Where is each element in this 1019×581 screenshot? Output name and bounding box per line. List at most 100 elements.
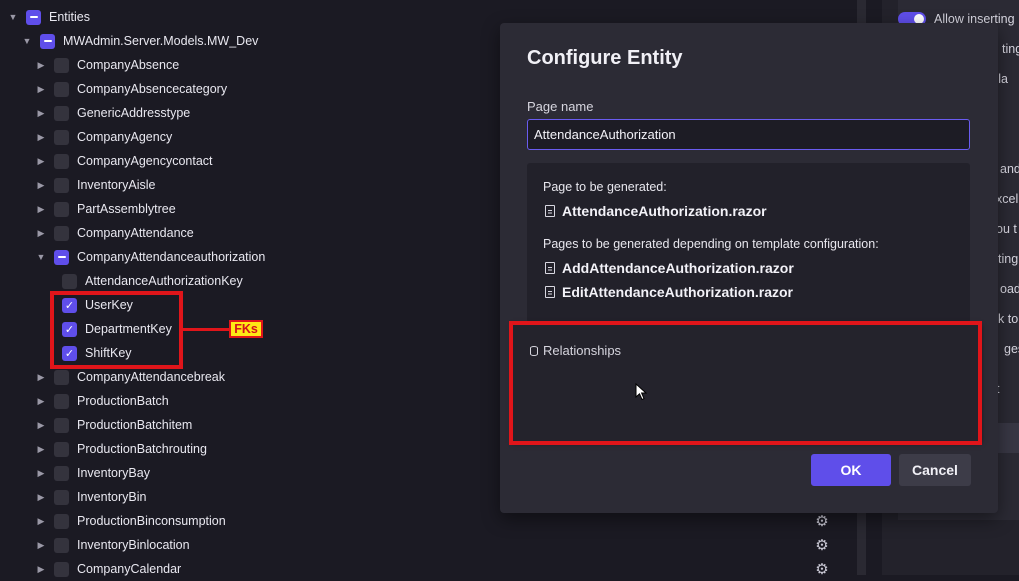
tree-node-entity[interactable]: ▶ ProductionBatchrouting	[34, 437, 207, 461]
tree-node-field[interactable]: AttendanceAuthorizationKey	[62, 269, 243, 293]
tree-node-namespace[interactable]: ▼ MWAdmin.Server.Models.MW_Dev	[20, 29, 258, 53]
tree-node-entity[interactable]: ▶ GenericAddresstype	[34, 101, 190, 125]
tree-node-label: ProductionBatch	[77, 394, 169, 408]
entity-checkbox[interactable]	[54, 105, 69, 121]
option-label: ges	[1004, 342, 1019, 356]
tree-node-entity[interactable]: ▶ CompanyAbsence	[34, 53, 179, 77]
entity-checkbox[interactable]	[54, 177, 69, 193]
tree-node-label: ProductionBatchrouting	[77, 442, 207, 456]
namespace-checkbox[interactable]	[40, 33, 55, 49]
tree-node-entity[interactable]: ▶ InventoryAisle	[34, 173, 156, 197]
conditional-file-add: AddAttendanceAuthorization.razor	[545, 260, 794, 276]
cancel-button[interactable]: Cancel	[899, 454, 971, 486]
tree-node-root[interactable]: ▼ Entities	[6, 5, 90, 29]
chevron-right-icon[interactable]: ▶	[34, 130, 48, 144]
entity-checkbox[interactable]	[54, 129, 69, 145]
option-label: k to	[998, 312, 1019, 326]
entity-checkbox[interactable]	[54, 153, 69, 169]
tree-node-entity[interactable]: ▶ CompanyAbsencecategory	[34, 77, 227, 101]
tree-node-entity[interactable]: ▶ CompanyAttendance	[34, 221, 194, 245]
tree-node-entity[interactable]: ▶ ProductionBatch	[34, 389, 169, 413]
tree-node-entity[interactable]: ▶ CompanyCalendar	[34, 557, 181, 581]
conditional-file-name: AddAttendanceAuthorization.razor	[562, 260, 794, 276]
fk-annotation-tag: FKs	[229, 320, 263, 338]
entity-checkbox[interactable]	[54, 369, 69, 385]
tree-node-label: InventoryBay	[77, 466, 150, 480]
conditional-file-name: EditAttendanceAuthorization.razor	[562, 284, 794, 300]
chevron-right-icon[interactable]: ▶	[34, 514, 48, 528]
entity-checkbox[interactable]	[54, 561, 69, 577]
chevron-down-icon[interactable]: ▼	[6, 10, 20, 24]
chevron-right-icon[interactable]: ▶	[34, 370, 48, 384]
option-label: and	[1000, 162, 1019, 176]
chevron-right-icon[interactable]: ▶	[34, 226, 48, 240]
tree-node-label: CompanyAgencycontact	[77, 154, 213, 168]
database-icon	[530, 345, 538, 356]
tree-node-label: CompanyAttendance	[77, 226, 194, 240]
chevron-right-icon[interactable]: ▶	[34, 178, 48, 192]
gear-icon[interactable]: ⚙	[814, 514, 830, 530]
chevron-right-icon[interactable]: ▶	[34, 202, 48, 216]
entity-checkbox[interactable]	[54, 81, 69, 97]
chevron-right-icon[interactable]: ▶	[34, 106, 48, 120]
tree-node-entity[interactable]: ▶ ProductionBatchitem	[34, 413, 192, 437]
generated-file: AttendanceAuthorization.razor	[545, 203, 767, 219]
tree-node-label: PartAssemblytree	[77, 202, 176, 216]
tree-node-entity[interactable]: ▶ ProductionBinconsumption	[34, 509, 226, 533]
gear-icon[interactable]: ⚙	[814, 538, 830, 554]
generated-label: Page to be generated:	[543, 180, 667, 194]
tree-node-label: CompanyAttendancebreak	[77, 370, 226, 384]
tree-node-label: InventoryBinlocation	[77, 538, 190, 552]
entity-checkbox[interactable]	[54, 393, 69, 409]
tree-node-entity[interactable]: ▶ PartAssemblytree	[34, 197, 176, 221]
entity-checkbox[interactable]	[54, 57, 69, 73]
root-checkbox[interactable]	[26, 9, 41, 25]
field-checkbox[interactable]	[62, 273, 77, 289]
page-name-label: Page name	[527, 99, 594, 114]
chevron-down-icon[interactable]: ▼	[20, 34, 34, 48]
tree-node-label: InventoryAisle	[77, 178, 156, 192]
dialog-title: Configure Entity	[527, 47, 683, 69]
file-icon	[545, 205, 555, 217]
tree-node-entity[interactable]: ▶ CompanyAgency	[34, 125, 172, 149]
entity-checkbox[interactable]	[54, 249, 69, 265]
chevron-right-icon[interactable]: ▶	[34, 154, 48, 168]
tree-node-label: ProductionBatchitem	[77, 418, 193, 432]
option-label: ting	[1002, 42, 1019, 56]
page-name-input[interactable]: AttendanceAuthorization	[527, 119, 970, 150]
option-label: oad	[1000, 282, 1019, 296]
gear-icon[interactable]: ⚙	[814, 562, 830, 578]
tree-node-entity[interactable]: ▶ InventoryBay	[34, 461, 150, 485]
chevron-right-icon[interactable]: ▶	[34, 82, 48, 96]
tree-node-entity[interactable]: ▶ InventoryBinlocation	[34, 533, 190, 557]
tree-node-label: CompanyAttendanceauthorization	[77, 250, 266, 264]
entity-checkbox[interactable]	[54, 201, 69, 217]
chevron-right-icon[interactable]: ▶	[34, 442, 48, 456]
ok-button[interactable]: OK	[811, 454, 891, 486]
chevron-right-icon[interactable]: ▶	[34, 418, 48, 432]
entity-checkbox[interactable]	[54, 465, 69, 481]
option-label: ou t	[996, 222, 1017, 236]
chevron-right-icon[interactable]: ▶	[34, 490, 48, 504]
entity-checkbox[interactable]	[54, 513, 69, 529]
fk-connector-line	[183, 328, 229, 331]
entity-checkbox[interactable]	[54, 537, 69, 553]
chevron-down-icon[interactable]: ▼	[34, 250, 48, 264]
entity-checkbox[interactable]	[54, 225, 69, 241]
chevron-right-icon[interactable]: ▶	[34, 538, 48, 552]
chevron-right-icon[interactable]: ▶	[34, 562, 48, 576]
file-icon	[545, 286, 555, 298]
chevron-right-icon[interactable]: ▶	[34, 466, 48, 480]
tree-node-entity[interactable]: ▼ CompanyAttendanceauthorization	[34, 245, 265, 269]
conditional-file-edit: EditAttendanceAuthorization.razor	[545, 284, 793, 300]
tree-node-label: ProductionBinconsumption	[77, 514, 226, 528]
entity-checkbox[interactable]	[54, 417, 69, 433]
entity-checkbox[interactable]	[54, 441, 69, 457]
tree-node-label: CompanyAbsencecategory	[77, 82, 228, 96]
chevron-right-icon[interactable]: ▶	[34, 58, 48, 72]
tree-node-entity[interactable]: ▶ InventoryBin	[34, 485, 146, 509]
file-icon	[545, 262, 555, 274]
chevron-right-icon[interactable]: ▶	[34, 394, 48, 408]
tree-node-entity[interactable]: ▶ CompanyAgencycontact	[34, 149, 213, 173]
entity-checkbox[interactable]	[54, 489, 69, 505]
